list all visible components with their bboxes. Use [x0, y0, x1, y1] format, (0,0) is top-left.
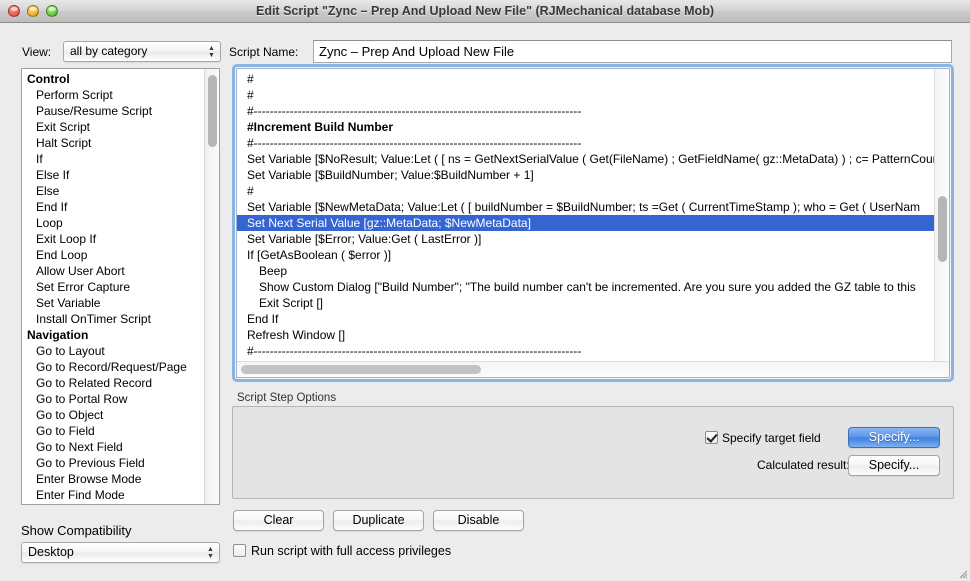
script-line[interactable]: Exit Script [] — [237, 295, 937, 311]
script-line[interactable]: #---------------------------------------… — [237, 343, 937, 359]
full-access-label: Run script with full access privileges — [251, 544, 452, 558]
chevron-updown-icon: ▲ ▼ — [208, 45, 215, 59]
script-vertical-scrollbar[interactable] — [934, 69, 949, 365]
script-line[interactable]: #---------------------------------------… — [237, 103, 937, 119]
script-line[interactable]: Set Variable [$NewMetaData; Value:Let ( … — [237, 199, 937, 215]
step-library-item[interactable]: End Loop — [22, 247, 205, 263]
compatibility-dropdown-value: Desktop — [28, 545, 74, 559]
script-name-input[interactable]: Zync – Prep And Upload New File — [313, 40, 952, 63]
steps-scrollbar-thumb[interactable] — [208, 75, 217, 147]
step-category: Control — [27, 72, 70, 86]
step-library-item[interactable]: Set Variable — [22, 295, 205, 311]
script-line[interactable]: End If — [237, 311, 937, 327]
view-dropdown[interactable]: all by category ▲ ▼ — [63, 41, 221, 62]
step-library-item[interactable]: Go to Field — [22, 423, 205, 439]
script-line[interactable]: # — [237, 183, 937, 199]
script-step-options-caption: Script Step Options — [237, 392, 337, 404]
script-line-selected[interactable]: Set Next Serial Value [gz::MetaData; $Ne… — [237, 215, 937, 231]
step-library-item[interactable]: End If — [22, 199, 205, 215]
specify-target-field-checkbox[interactable] — [705, 431, 718, 444]
step-library-item[interactable]: Enter Browse Mode — [22, 471, 205, 487]
clear-button[interactable]: Clear — [233, 510, 324, 531]
step-library-item[interactable]: Exit Loop If — [22, 231, 205, 247]
specify-target-field-label: Specify target field — [722, 431, 821, 445]
step-library-item[interactable]: Go to Related Record — [22, 375, 205, 391]
step-library-item[interactable]: Go to Next Field — [22, 439, 205, 455]
step-library-item[interactable]: Enter Find Mode — [22, 487, 205, 503]
view-dropdown-value: all by category — [70, 44, 148, 58]
step-library-item[interactable]: Install OnTimer Script — [22, 311, 205, 327]
step-library-item[interactable]: Set Error Capture — [22, 279, 205, 295]
script-steps-list: Control Perform Script Pause/Resume Script… — [22, 71, 205, 503]
full-access-checkbox[interactable] — [233, 544, 246, 557]
step-library-item[interactable]: Loop — [22, 215, 205, 231]
script-line[interactable]: If [GetAsBoolean ( $error )] — [237, 247, 937, 263]
step-library-item[interactable]: Else — [22, 183, 205, 199]
view-label: View: — [22, 45, 52, 59]
compatibility-dropdown[interactable]: Desktop ▲ ▼ — [21, 542, 220, 563]
step-category: Navigation — [27, 328, 89, 342]
window-title: Edit Script "Zync – Prep And Upload New … — [255, 4, 714, 18]
script-body-frame: # # #-------------------------------------… — [232, 64, 954, 382]
step-library-item[interactable]: Exit Script — [22, 119, 205, 135]
script-line[interactable]: # — [237, 71, 937, 87]
disable-button[interactable]: Disable — [433, 510, 524, 531]
step-library-item[interactable]: If — [22, 151, 205, 167]
script-line[interactable]: Refresh Window [] — [237, 327, 937, 343]
steps-scrollbar[interactable] — [204, 69, 219, 504]
step-library-item[interactable]: Perform Script — [22, 87, 205, 103]
step-library-item[interactable]: Go to Record/Request/Page — [22, 359, 205, 375]
step-library-item[interactable]: Halt Script — [22, 135, 205, 151]
script-line[interactable]: #Increment Build Number — [237, 119, 937, 135]
script-horizontal-scrollbar[interactable] — [237, 361, 949, 377]
script-vertical-scrollbar-thumb[interactable] — [938, 196, 947, 262]
edit-script-window: Edit Script "Zync – Prep And Upload New … — [0, 0, 970, 581]
script-body[interactable]: # # #-------------------------------------… — [236, 68, 950, 378]
script-horizontal-scrollbar-thumb[interactable] — [241, 365, 481, 374]
script-lines: # # #-------------------------------------… — [237, 71, 939, 375]
script-line[interactable]: Beep — [237, 263, 937, 279]
show-compatibility-label: Show Compatibility — [21, 523, 132, 538]
script-line[interactable]: # — [237, 87, 937, 103]
step-library-item[interactable]: Pause/Resume Script — [22, 103, 205, 119]
script-line[interactable]: Set Variable [$NoResult; Value:Let ( [ n… — [237, 151, 939, 167]
calculated-result-label: Calculated result: — [757, 458, 850, 472]
step-library-item[interactable]: Go to Previous Field — [22, 455, 205, 471]
step-library-item[interactable]: Go to Portal Row — [22, 391, 205, 407]
step-library-item[interactable]: Else If — [22, 167, 205, 183]
window-titlebar: Edit Script "Zync – Prep And Upload New … — [0, 0, 970, 23]
script-step-options-panel — [232, 406, 954, 499]
step-library-item[interactable]: Allow User Abort — [22, 263, 205, 279]
resize-grip-icon[interactable] — [956, 567, 968, 579]
script-steps-panel[interactable]: Control Perform Script Pause/Resume Script… — [21, 68, 220, 505]
script-line[interactable]: Show Custom Dialog ["Build Number"; "The… — [237, 279, 937, 295]
script-line[interactable]: Set Variable [$BuildNumber; Value:$Build… — [237, 167, 937, 183]
step-library-item[interactable]: Go to Layout — [22, 343, 205, 359]
script-line[interactable]: Set Variable [$Error; Value:Get ( LastEr… — [237, 231, 937, 247]
step-library-item[interactable]: Go to Object — [22, 407, 205, 423]
script-name-label: Script Name: — [229, 45, 299, 59]
specify-target-field-button[interactable]: Specify... — [848, 427, 940, 448]
script-line[interactable]: #---------------------------------------… — [237, 135, 937, 151]
duplicate-button[interactable]: Duplicate — [333, 510, 424, 531]
chevron-updown-icon: ▲ ▼ — [207, 546, 214, 560]
calculated-result-specify-button[interactable]: Specify... — [848, 455, 940, 476]
